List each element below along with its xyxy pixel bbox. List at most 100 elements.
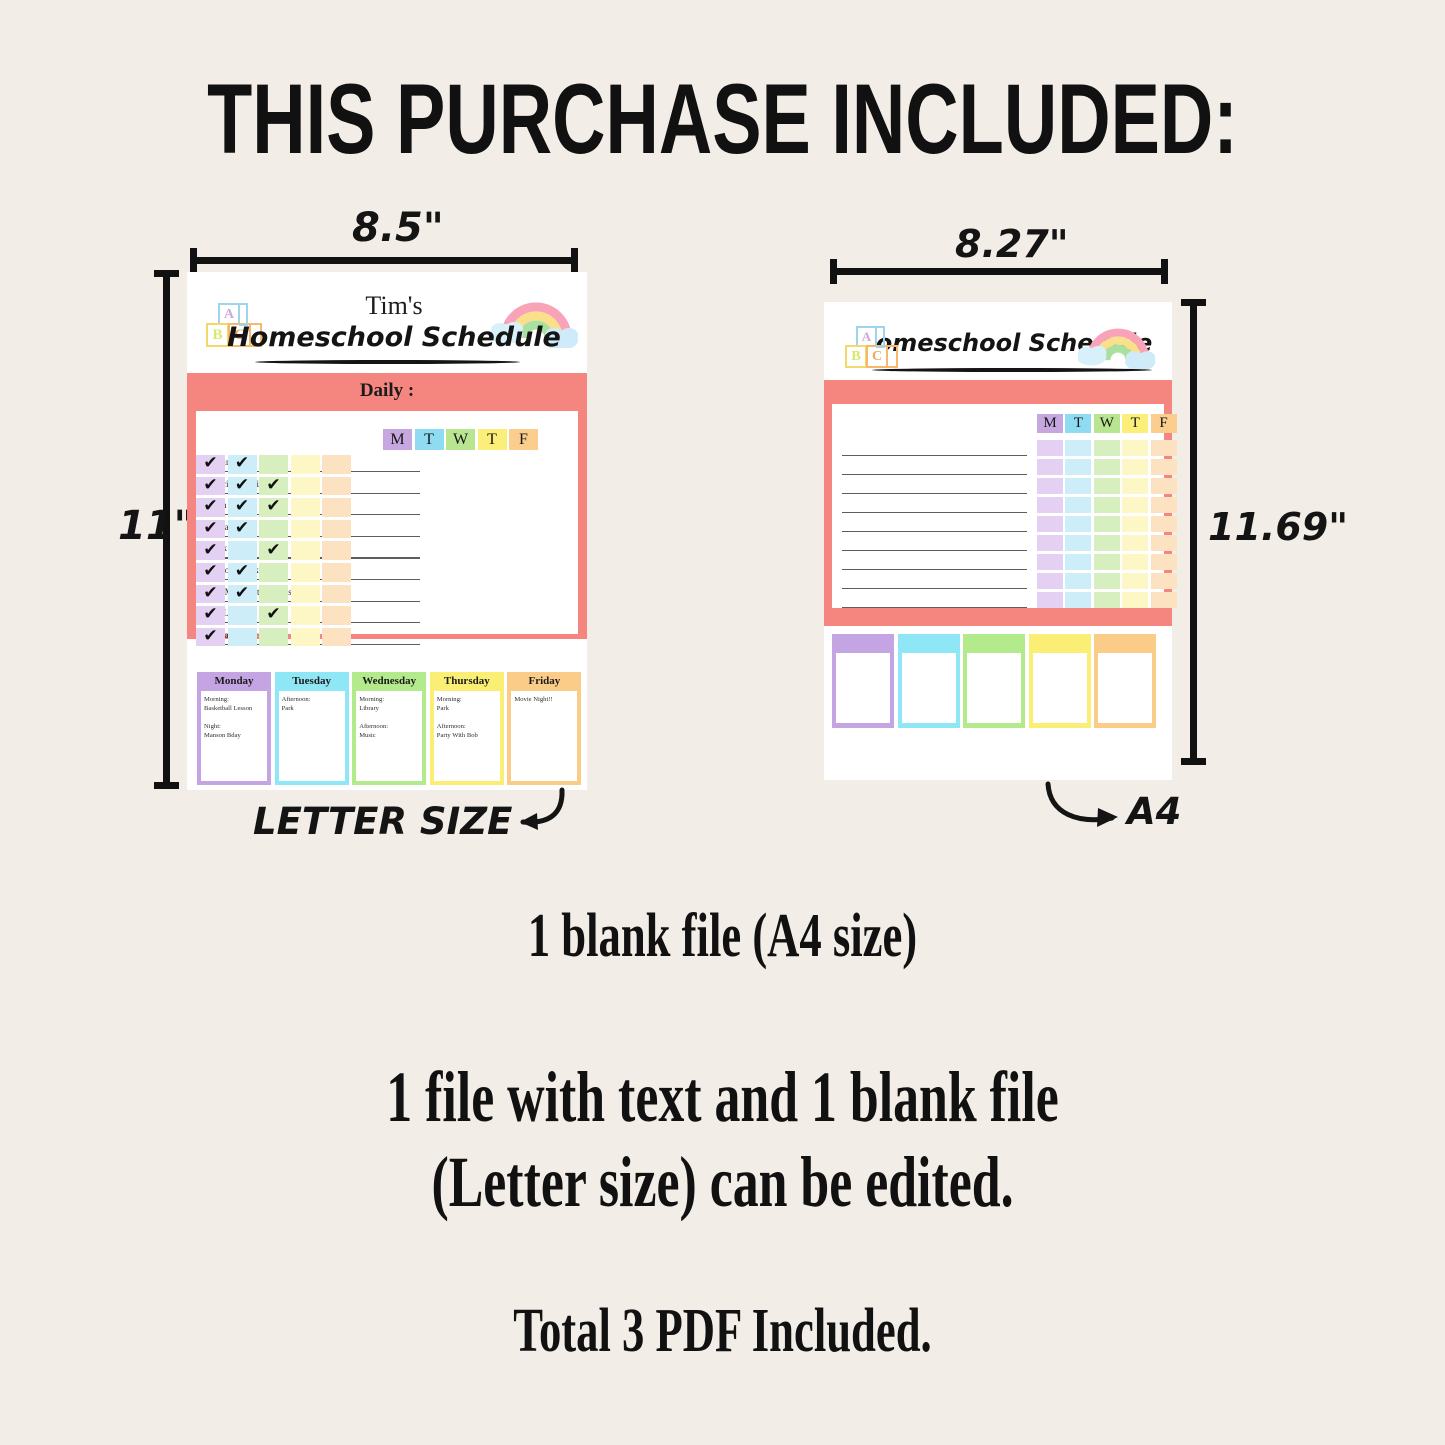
- checkbox-cell[interactable]: ✔: [259, 475, 288, 496]
- checkbox-cell[interactable]: [227, 627, 257, 647]
- a4-checkbox-cell[interactable]: [1093, 459, 1120, 475]
- day-card-wednesday[interactable]: Wednesday Morning: Library Afternoon: Mus…: [352, 672, 427, 785]
- checkbox-cell[interactable]: [259, 563, 288, 582]
- checkbox-cell[interactable]: [322, 455, 351, 474]
- checkbox-cell[interactable]: [290, 584, 320, 604]
- checkbox-cell[interactable]: ✔: [227, 453, 257, 474]
- a4-checkbox-cell[interactable]: [1065, 459, 1092, 475]
- a4-checkbox-cell[interactable]: [1150, 440, 1177, 456]
- checkbox-cell[interactable]: [290, 455, 320, 474]
- a4-checkbox-cell[interactable]: [1122, 554, 1149, 570]
- checkbox-cell[interactable]: [259, 627, 288, 647]
- day-card-body[interactable]: Afternoon: Park: [278, 691, 345, 781]
- day-card-body[interactable]: Morning: Basketball Lesson Night: Manson…: [201, 691, 267, 781]
- a4-day-card-body[interactable]: [1098, 653, 1153, 723]
- a4-checkbox-cell[interactable]: [1037, 592, 1063, 608]
- a4-checkbox-cell[interactable]: [1150, 592, 1177, 608]
- checkbox-cell[interactable]: [227, 541, 257, 560]
- a4-day-card-body[interactable]: [967, 653, 1022, 723]
- a4-checkbox-cell[interactable]: [1065, 573, 1092, 589]
- checkbox-cell[interactable]: ✔: [196, 583, 225, 604]
- a4-day-card[interactable]: [832, 634, 894, 728]
- a4-checkbox-cell[interactable]: [1150, 573, 1177, 589]
- a4-checkbox-cell[interactable]: [1122, 459, 1149, 475]
- checkbox-cell[interactable]: ✔: [196, 604, 225, 625]
- checkbox-cell[interactable]: [259, 455, 288, 474]
- a4-checkbox-cell[interactable]: [1122, 535, 1149, 551]
- a4-checkbox-cell[interactable]: [1122, 592, 1149, 608]
- checkbox-cell[interactable]: [290, 476, 320, 496]
- checkbox-cell[interactable]: ✔: [196, 453, 225, 474]
- day-card-thursday[interactable]: Thursday Morning: Park Afternoon: Party W…: [429, 672, 504, 785]
- a4-checkbox-cell[interactable]: [1150, 497, 1177, 513]
- day-card-body[interactable]: Morning: Park Afternoon: Party With Bob: [433, 691, 500, 781]
- checkbox-cell[interactable]: ✔: [196, 496, 225, 517]
- checkbox-cell[interactable]: ✔: [259, 604, 288, 625]
- a4-size-preview[interactable]: A B C Homeschool Schedule MTWTF: [824, 302, 1177, 780]
- a4-checkbox-cell[interactable]: [1093, 554, 1120, 570]
- checkbox-cell[interactable]: ✔: [196, 626, 225, 647]
- a4-day-card-body[interactable]: [1032, 653, 1087, 723]
- a4-checkbox-cell[interactable]: [1037, 516, 1063, 532]
- checkbox-cell[interactable]: ✔: [196, 518, 225, 539]
- a4-day-card-body[interactable]: [901, 653, 956, 723]
- checkbox-cell[interactable]: [322, 606, 351, 625]
- a4-checkbox-cell[interactable]: [1065, 554, 1092, 570]
- a4-checkbox-cell[interactable]: [1065, 592, 1092, 608]
- checkbox-cell[interactable]: [322, 627, 351, 647]
- a4-checkbox-cell[interactable]: [1065, 516, 1092, 532]
- checkbox-cell[interactable]: ✔: [196, 561, 225, 582]
- a4-checkbox-cell[interactable]: [1037, 535, 1063, 551]
- a4-checkbox-cell[interactable]: [1122, 478, 1149, 494]
- a4-checkbox-cell[interactable]: [1093, 592, 1120, 608]
- a4-checkbox-cell[interactable]: [1093, 573, 1120, 589]
- letter-size-preview[interactable]: A B C Tim's Homeschool Schedule Daily :: [187, 272, 587, 790]
- checkbox-cell[interactable]: ✔: [227, 496, 257, 517]
- checkbox-cell[interactable]: [290, 606, 320, 625]
- checkbox-cell[interactable]: [290, 541, 320, 560]
- a4-checkbox-cell[interactable]: [1122, 516, 1149, 532]
- day-card-body[interactable]: Morning: Library Afternoon: Music: [356, 691, 423, 781]
- a4-checkbox-cell[interactable]: [1150, 535, 1177, 551]
- checkbox-cell[interactable]: ✔: [259, 540, 288, 560]
- checkbox-cell[interactable]: ✔: [259, 496, 288, 517]
- a4-checkbox-cell[interactable]: [1093, 535, 1120, 551]
- a4-checkbox-cell[interactable]: [1150, 459, 1177, 475]
- a4-checkbox-cell[interactable]: [1037, 459, 1063, 475]
- checkbox-cell[interactable]: ✔: [227, 475, 257, 496]
- checkbox-cell[interactable]: ✔: [227, 518, 257, 539]
- checkbox-cell[interactable]: [322, 563, 351, 582]
- a4-checkbox-cell[interactable]: [1065, 535, 1092, 551]
- a4-checkbox-cell[interactable]: [1037, 440, 1063, 456]
- day-card-tuesday[interactable]: Tuesday Afternoon: Park: [274, 672, 349, 785]
- checkbox-cell[interactable]: [290, 498, 320, 517]
- a4-day-card[interactable]: [1028, 634, 1091, 728]
- checkbox-cell[interactable]: [290, 519, 320, 539]
- checkbox-cell[interactable]: [322, 476, 351, 496]
- a4-checkbox-cell[interactable]: [1037, 554, 1063, 570]
- checkbox-cell[interactable]: [290, 563, 320, 582]
- day-card-friday[interactable]: Friday Movie Night!!: [507, 672, 582, 785]
- checkbox-cell[interactable]: [290, 627, 320, 647]
- checkbox-cell[interactable]: [259, 519, 288, 539]
- checkbox-cell[interactable]: [322, 541, 351, 560]
- a4-checkbox-cell[interactable]: [1093, 516, 1120, 532]
- checkbox-cell[interactable]: [259, 584, 288, 604]
- checkbox-cell[interactable]: [322, 498, 351, 517]
- a4-checkbox-cell[interactable]: [1122, 440, 1149, 456]
- a4-checkbox-cell[interactable]: [1122, 573, 1149, 589]
- checkbox-cell[interactable]: ✔: [227, 561, 257, 582]
- checkbox-cell[interactable]: ✔: [227, 583, 257, 604]
- a4-checkbox-cell[interactable]: [1037, 478, 1063, 494]
- a4-checkbox-cell[interactable]: [1093, 497, 1120, 513]
- a4-checkbox-cell[interactable]: [1122, 497, 1149, 513]
- checkbox-cell[interactable]: [227, 606, 257, 625]
- a4-day-card[interactable]: [897, 634, 960, 728]
- a4-checkbox-cell[interactable]: [1065, 478, 1092, 494]
- a4-checkbox-cell[interactable]: [1065, 440, 1092, 456]
- a4-checkbox-cell[interactable]: [1150, 516, 1177, 532]
- checkbox-cell[interactable]: [322, 584, 351, 604]
- day-card-monday[interactable]: Monday Morning: Basketball Lesson Night: …: [197, 672, 271, 785]
- a4-day-card[interactable]: [1094, 634, 1157, 728]
- day-card-body[interactable]: Movie Night!!: [511, 691, 578, 781]
